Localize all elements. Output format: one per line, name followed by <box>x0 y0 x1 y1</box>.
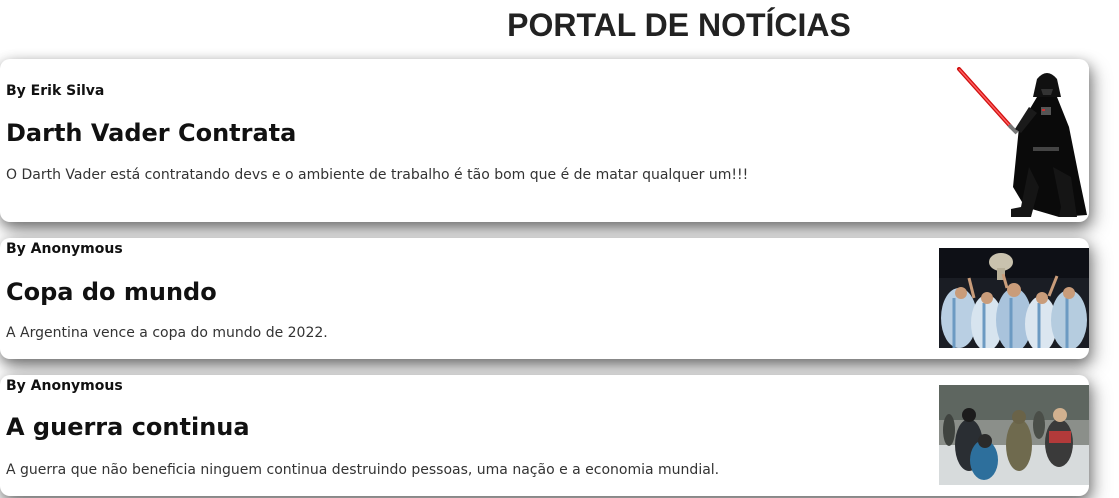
article-summary: A Argentina vence a copa do mundo de 202… <box>6 325 328 341</box>
news-card[interactable]: By Anonymous Copa do mundo A Argentina v… <box>0 238 1089 359</box>
article-author: By Erik Silva <box>6 83 105 99</box>
article-summary: O Darth Vader está contratando devs e o … <box>6 167 749 183</box>
news-card[interactable]: By Erik Silva Darth Vader Contrata O Dar… <box>0 59 1089 222</box>
darth-vader-image <box>949 67 1089 219</box>
argentina-celebration-image <box>939 248 1089 348</box>
article-title[interactable]: A guerra continua <box>6 413 250 441</box>
article-title[interactable]: Darth Vader Contrata <box>6 119 296 147</box>
article-author: By Anonymous <box>6 378 123 394</box>
page-title: PORTAL DE NOTÍCIAS <box>507 7 851 43</box>
war-photo-image <box>939 385 1089 485</box>
article-summary: A guerra que não beneficia ninguem conti… <box>6 462 720 478</box>
news-card[interactable]: By Anonymous A guerra continua A guerra … <box>0 375 1089 496</box>
article-title[interactable]: Copa do mundo <box>6 278 217 306</box>
article-author: By Anonymous <box>6 241 123 257</box>
